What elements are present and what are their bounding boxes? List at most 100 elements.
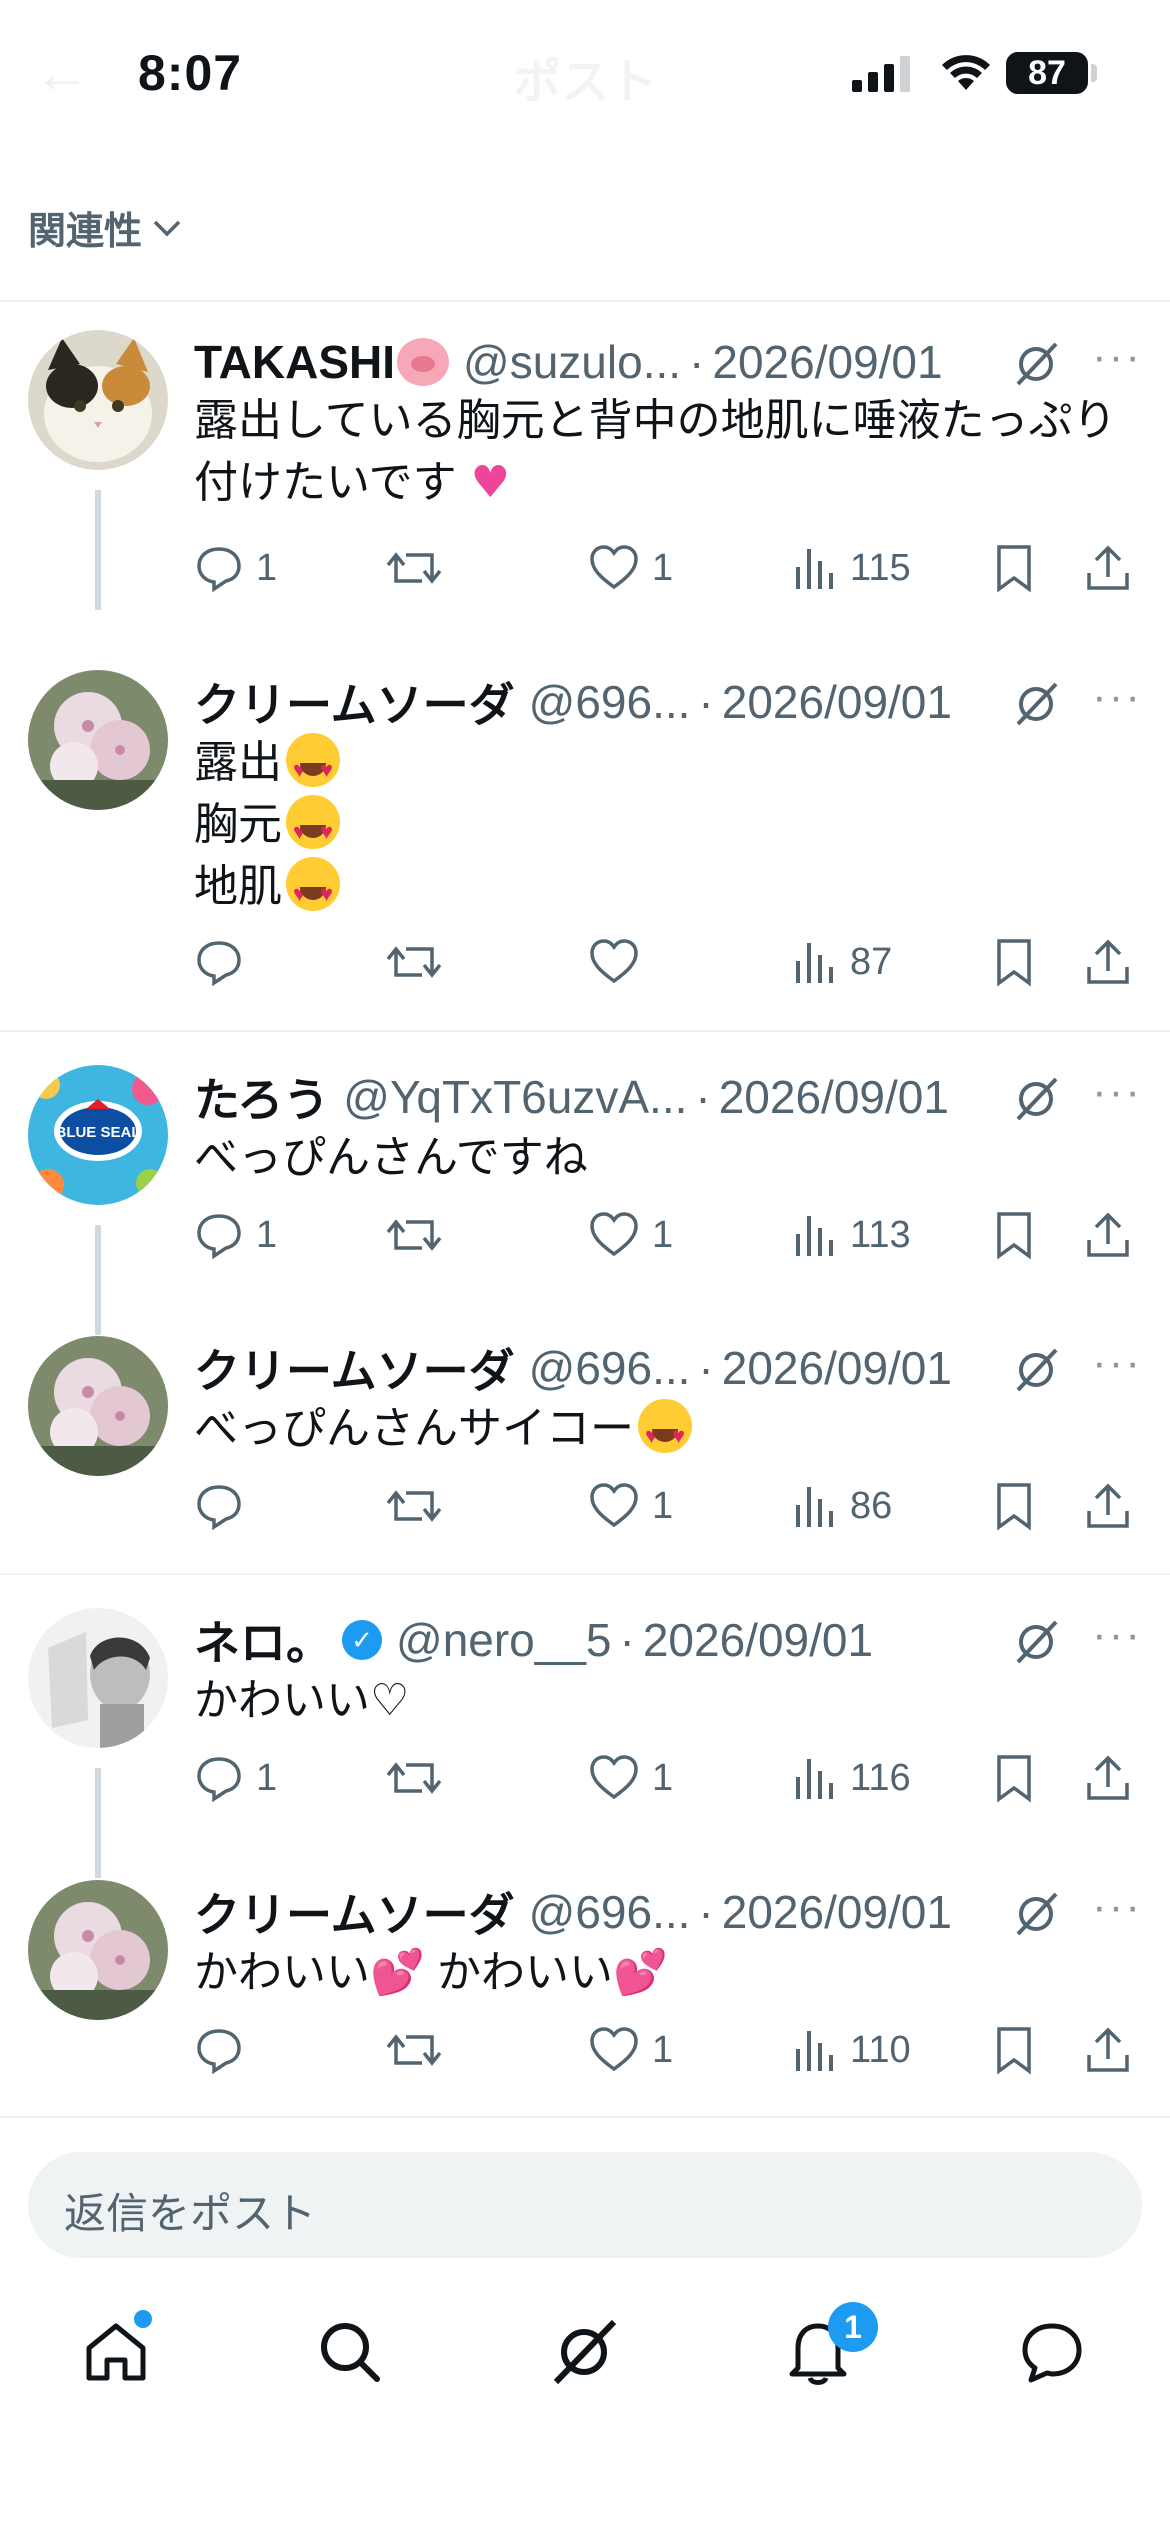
sort-dropdown[interactable]: 関連性 (28, 200, 182, 255)
avatar[interactable] (28, 670, 168, 810)
views-button[interactable]: 115 (794, 538, 911, 598)
grok-icon[interactable] (1010, 1888, 1062, 1940)
repost-button[interactable] (386, 932, 442, 992)
post-text-line: かわいい (437, 1948, 614, 1997)
post-actions: 1 1 116 (194, 1748, 1144, 1808)
post-date[interactable]: 2026/09/01 (712, 335, 942, 389)
author-handle[interactable]: @696... (529, 1341, 691, 1395)
reply-button[interactable] (194, 2020, 256, 2080)
author-handle[interactable]: @696... (529, 675, 691, 729)
view-count: 116 (850, 1756, 911, 1799)
more-icon[interactable]: ··· (1092, 332, 1142, 382)
reply-button[interactable] (194, 1476, 256, 1536)
tab-search[interactable] (310, 2312, 390, 2392)
tab-grok[interactable] (544, 2312, 624, 2392)
grok-icon[interactable] (1010, 338, 1062, 390)
bookmark-button[interactable] (994, 1205, 1034, 1265)
share-icon (1087, 1755, 1129, 1800)
bookmark-button[interactable] (994, 1748, 1034, 1808)
post-date[interactable]: 2026/09/01 (722, 1341, 952, 1395)
battery-tip (1091, 64, 1097, 82)
avatar[interactable] (28, 1336, 168, 1476)
repost-button[interactable] (386, 1748, 442, 1808)
author-name[interactable]: クリームソーダ (194, 669, 515, 735)
post-text-line: 露出 (194, 738, 282, 787)
views-icon (796, 549, 833, 589)
avatar[interactable]: BLUE SEAL (28, 1065, 168, 1205)
avatar[interactable] (28, 1608, 168, 1748)
like-button[interactable] (588, 932, 652, 992)
author-handle[interactable]: @696... (529, 1885, 691, 1939)
like-count: 1 (652, 1484, 674, 1527)
reply-button[interactable] (194, 932, 256, 992)
author-handle[interactable]: @nero__5 (396, 1613, 612, 1667)
post-actions: 1 86 (194, 1476, 1144, 1536)
views-button[interactable]: 86 (794, 1476, 892, 1536)
reply-count: 1 (256, 1213, 278, 1256)
grok-icon[interactable] (1010, 1073, 1062, 1125)
post-header: ネロ。 ✓ @nero__5 · 2026/09/01 (194, 1610, 1150, 1670)
heart-eyes-emoji (638, 1399, 692, 1467)
share-button[interactable] (1084, 1748, 1132, 1808)
avatar[interactable] (28, 330, 168, 470)
views-button[interactable]: 110 (794, 2020, 911, 2080)
more-icon[interactable]: ··· (1092, 1338, 1142, 1388)
views-button[interactable]: 116 (794, 1748, 911, 1808)
post-text-line: 付けたいです (194, 458, 457, 507)
author-name[interactable]: たろう (194, 1064, 329, 1130)
home-icon (86, 2323, 146, 2381)
share-button[interactable] (1084, 2020, 1132, 2080)
like-button[interactable]: 1 (588, 2020, 673, 2080)
reply-icon (197, 1214, 241, 1260)
reply-placeholder: 返信をポスト (64, 2190, 317, 2237)
views-button[interactable]: 113 (794, 1205, 911, 1265)
author-handle[interactable]: @suzulo... (463, 335, 681, 389)
share-button[interactable] (1084, 932, 1132, 992)
post-actions: 1 1 115 (194, 538, 1144, 598)
more-icon[interactable]: ··· (1092, 1067, 1142, 1117)
grok-icon[interactable] (1010, 1344, 1062, 1396)
view-count: 113 (850, 1213, 911, 1256)
repost-button[interactable] (386, 538, 442, 598)
share-button[interactable] (1084, 538, 1132, 598)
avatar[interactable] (28, 1880, 168, 2020)
grok-icon[interactable] (1010, 1616, 1062, 1668)
post-date[interactable]: 2026/09/01 (643, 1613, 873, 1667)
repost-button[interactable] (386, 1205, 442, 1265)
share-button[interactable] (1084, 1205, 1132, 1265)
author-handle[interactable]: @YqTxT6uzvA... (343, 1070, 687, 1124)
share-button[interactable] (1084, 1476, 1132, 1536)
post-date[interactable]: 2026/09/01 (719, 1070, 949, 1124)
author-name[interactable]: クリームソーダ (194, 1879, 515, 1945)
post-header: クリームソーダ @696... · 2026/09/01 (194, 1882, 1150, 1942)
bookmark-button[interactable] (994, 538, 1034, 598)
more-icon[interactable]: ··· (1092, 1610, 1142, 1660)
pig-emoji (397, 338, 450, 386)
views-button[interactable]: 87 (794, 932, 892, 992)
like-button[interactable]: 1 (588, 1205, 673, 1265)
post-date[interactable]: 2026/09/01 (722, 1885, 952, 1939)
bookmark-button[interactable] (994, 1476, 1034, 1536)
grok-icon[interactable] (1010, 678, 1062, 730)
repost-button[interactable] (386, 1476, 442, 1536)
like-icon (590, 1755, 638, 1800)
reply-button[interactable]: 1 (194, 538, 277, 598)
tab-messages[interactable] (1012, 2312, 1092, 2392)
like-button[interactable]: 1 (588, 538, 673, 598)
author-name[interactable]: ネロ。 (194, 1607, 332, 1673)
reply-input[interactable]: 返信をポスト (28, 2152, 1142, 2258)
post-date[interactable]: 2026/09/01 (722, 675, 952, 729)
like-button[interactable]: 1 (588, 1748, 673, 1808)
reply-icon (197, 1485, 241, 1531)
author-name[interactable]: クリームソーダ (194, 1335, 515, 1401)
more-icon[interactable]: ··· (1092, 1882, 1142, 1932)
like-button[interactable]: 1 (588, 1476, 673, 1536)
post-body: 露出している胸元と背中の地肌に唾液たっぷり 付けたいです ♥ (194, 390, 1146, 514)
bookmark-button[interactable] (994, 2020, 1034, 2080)
reply-button[interactable]: 1 (194, 1748, 277, 1808)
bookmark-button[interactable] (994, 932, 1034, 992)
repost-button[interactable] (386, 2020, 442, 2080)
author-name[interactable]: TAKASHI (194, 335, 395, 389)
more-icon[interactable]: ··· (1092, 672, 1142, 722)
reply-button[interactable]: 1 (194, 1205, 277, 1265)
